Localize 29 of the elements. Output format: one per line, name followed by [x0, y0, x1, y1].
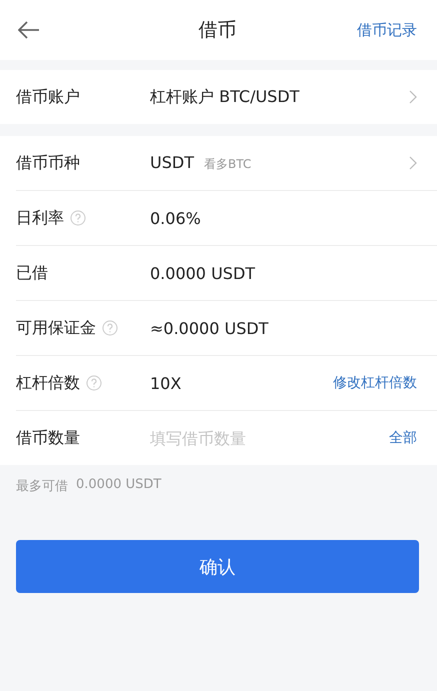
back-icon[interactable] — [18, 21, 40, 39]
chevron-icon — [409, 156, 417, 170]
row-label: 借币数量 — [16, 428, 80, 448]
row-label: 日利率 — [16, 208, 64, 228]
row-value: USDT — [150, 153, 194, 172]
max-borrow-label: 最多可借 — [16, 478, 68, 495]
row-value: 10X — [150, 374, 182, 392]
help-icon[interactable] — [70, 210, 86, 226]
amount-input[interactable]: 填写借币数量 — [150, 428, 330, 448]
row-label: 可用保证金 — [16, 318, 96, 338]
row-label: 杠杆倍数 — [16, 372, 80, 394]
row-value: 杠杆账户 BTC/USDT — [150, 86, 300, 108]
account-row[interactable]: 借币账户 杠杆账户 BTC/USDT — [0, 70, 437, 124]
borrow-history-link[interactable]: 借币记录 — [357, 20, 417, 40]
row-label: 借币币种 — [16, 152, 80, 174]
page-title: 借币 — [198, 18, 236, 43]
row-value: 0.0000 USDT — [150, 264, 256, 282]
max-borrow-value: 0.0000 USDT — [76, 477, 162, 494]
chevron-icon — [409, 90, 417, 104]
row-label: 借币账户 — [16, 86, 81, 108]
row-action-link[interactable]: 全部 — [389, 429, 417, 447]
row-subtext: 看多BTC — [204, 156, 252, 173]
confirm-button[interactable]: 确认 — [16, 540, 419, 593]
help-icon[interactable] — [86, 375, 102, 391]
row-value: 0.06% — [150, 208, 201, 228]
row-label: 已借 — [16, 262, 48, 284]
help-icon[interactable] — [102, 320, 118, 336]
row-action-link[interactable]: 修改杠杆倍数 — [333, 374, 417, 392]
row-value: ≈0.0000 USDT — [150, 318, 268, 338]
